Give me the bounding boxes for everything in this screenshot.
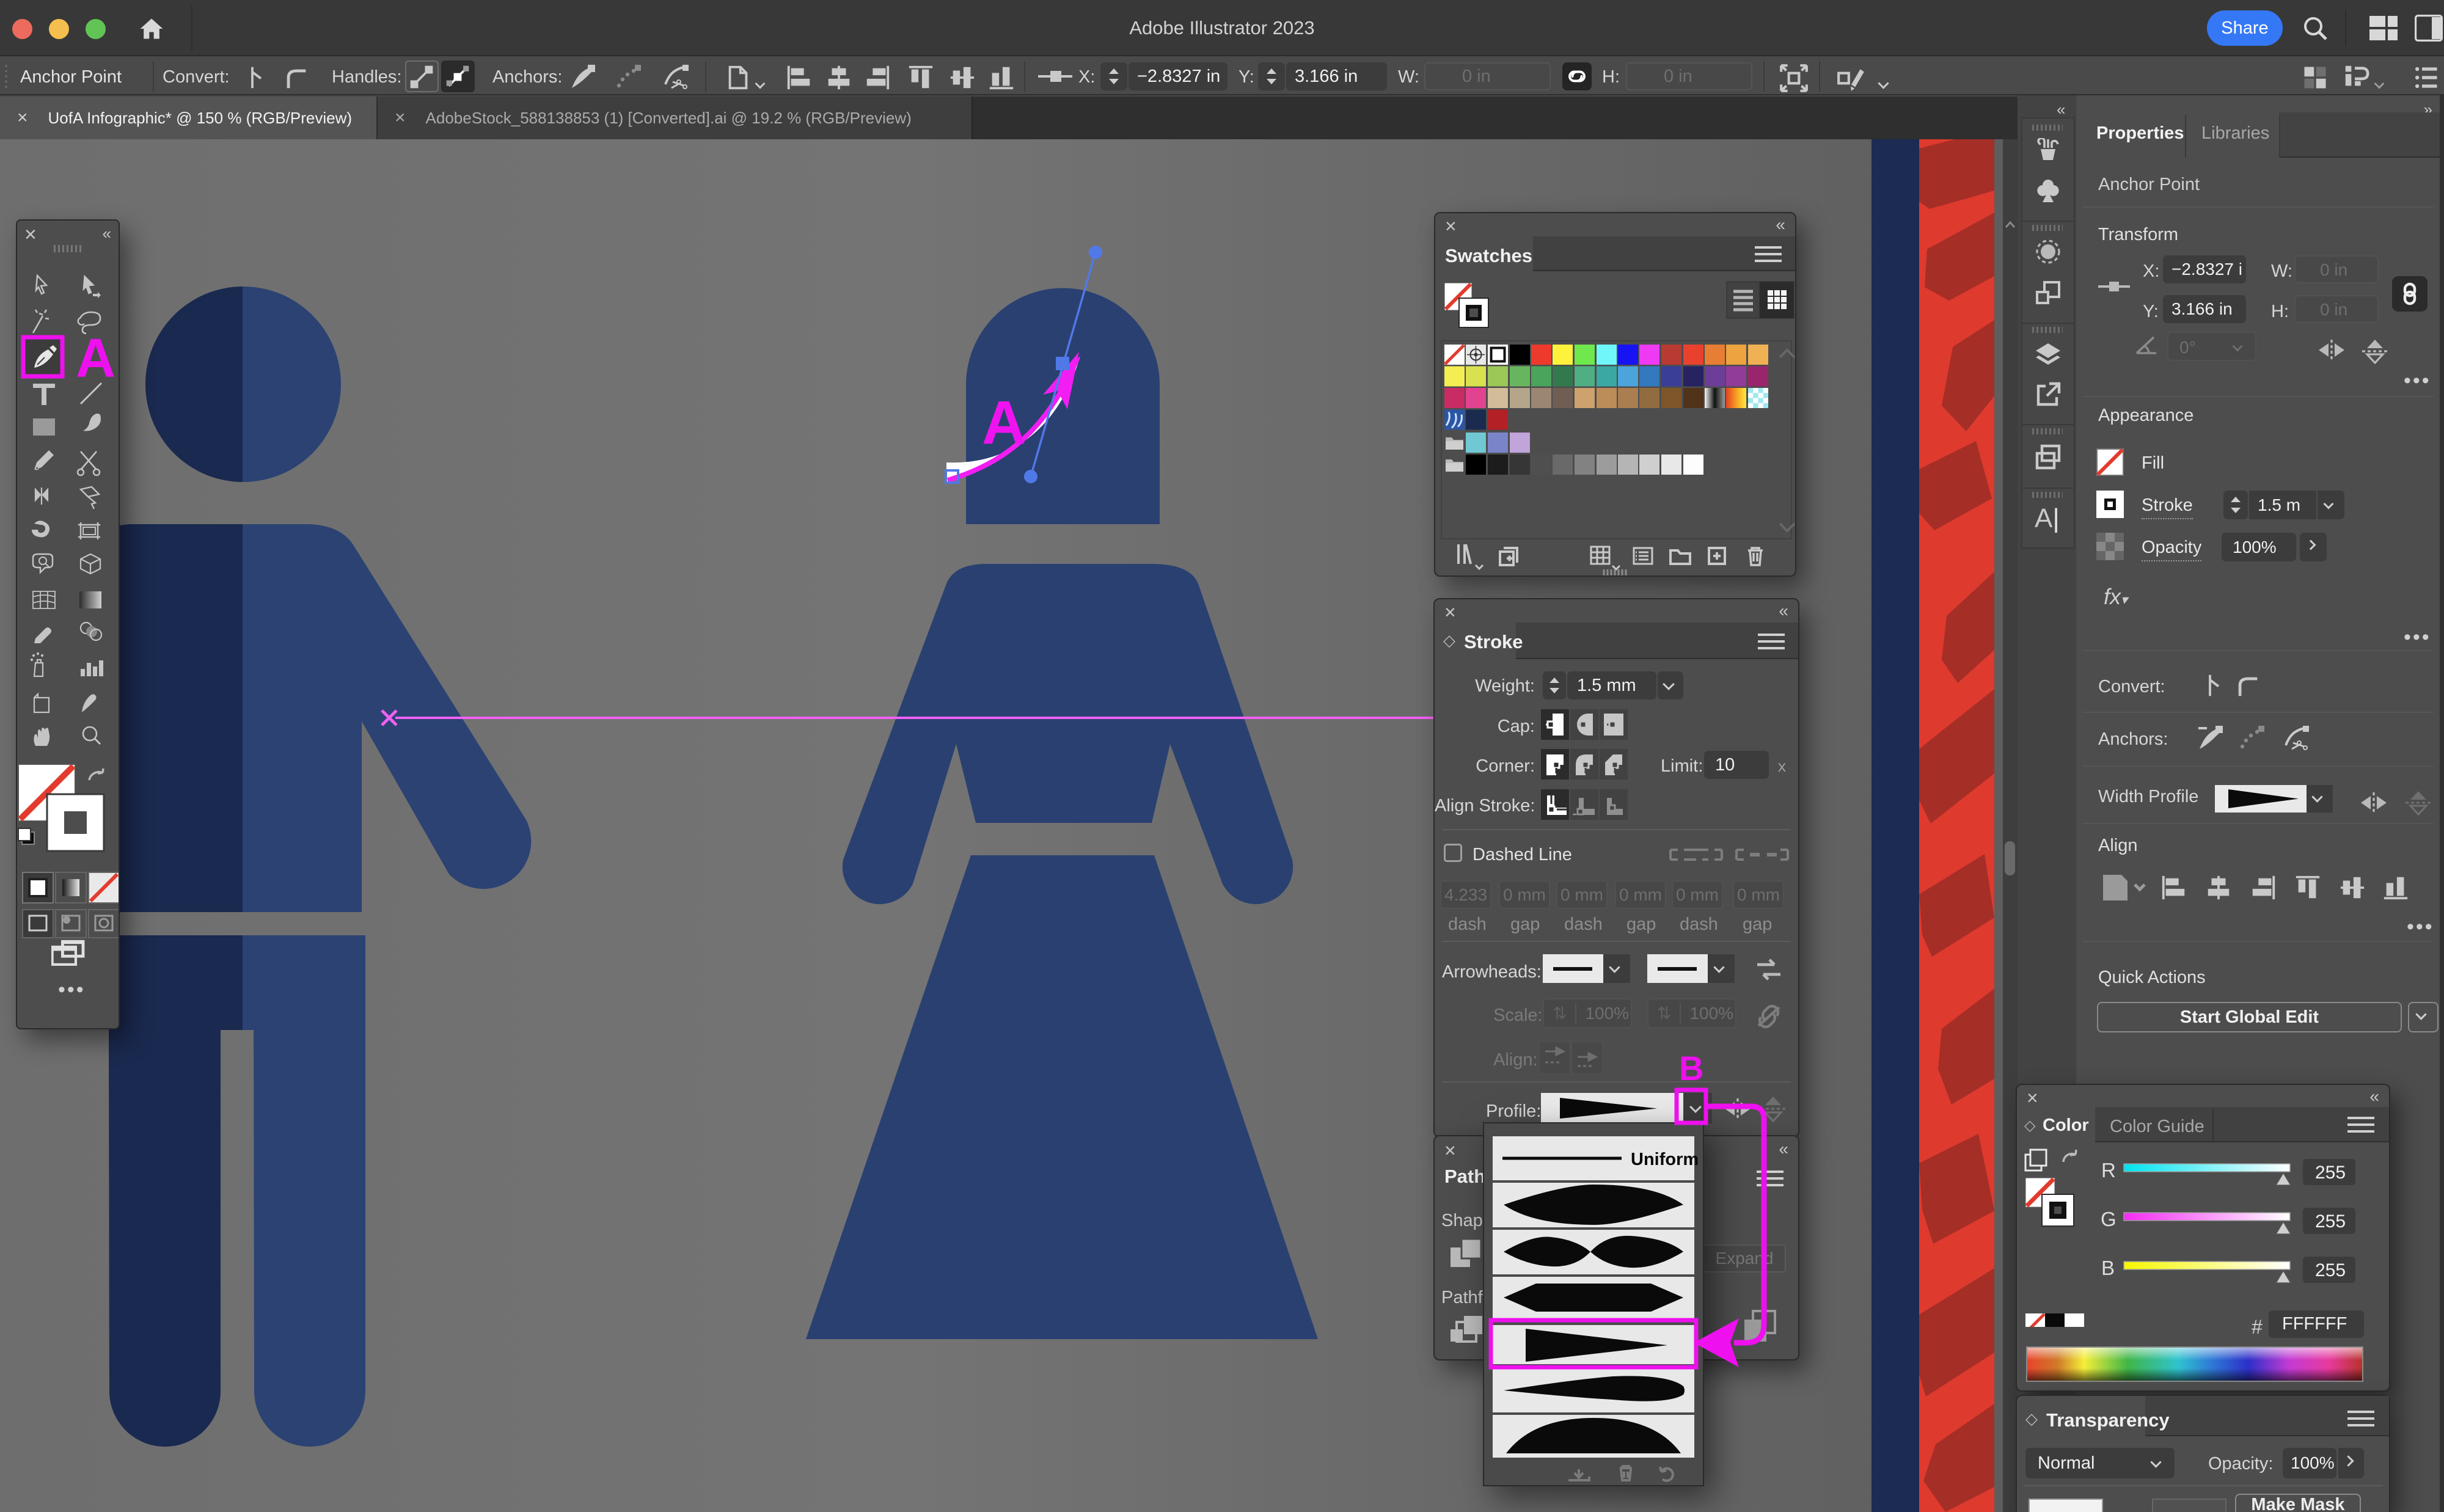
svg-text:A: A (76, 328, 115, 389)
svg-text:255: 255 (2315, 1163, 2346, 1183)
svg-text:G: G (2101, 1208, 2117, 1230)
svg-text:B: B (2101, 1257, 2115, 1279)
svg-text:Uniform: Uniform (1631, 1150, 1699, 1169)
svg-text:255: 255 (2315, 1211, 2346, 1232)
svg-text:255: 255 (2315, 1260, 2346, 1280)
svg-text:R: R (2101, 1159, 2116, 1181)
svg-text:A: A (982, 389, 1026, 457)
